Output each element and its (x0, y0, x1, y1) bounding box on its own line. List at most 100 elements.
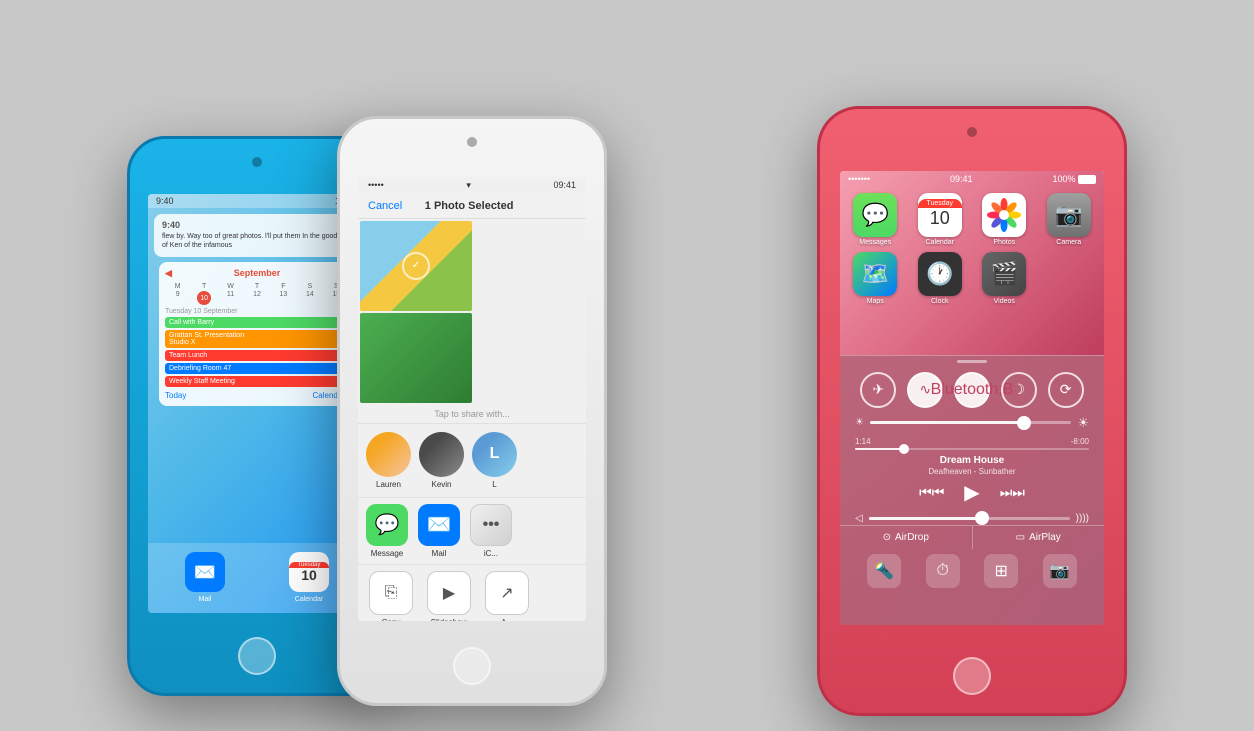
dock-calendar[interactable]: Tuesday 10 Calendar (289, 552, 329, 603)
contact-l[interactable]: L L (472, 432, 517, 489)
status-bar-right: ••••••• 09:41 100% (840, 171, 1104, 187)
airplane-icon: ✈ (873, 381, 885, 398)
play-button[interactable]: ▶ (964, 480, 979, 505)
rewind-button[interactable]: ⏮⏮ (919, 484, 944, 501)
more-action-label: A... (501, 618, 513, 621)
dock-mail[interactable]: ✉️ Mail (185, 552, 225, 603)
cc-camera[interactable]: 📷 (1043, 554, 1077, 588)
home-btn-right[interactable] (953, 657, 991, 695)
phone-pink: ••••••• 09:41 100% 💬 Messages (817, 106, 1127, 716)
cc-calculator[interactable]: ⊞ (984, 554, 1018, 588)
airplay-label: AirPlay (1029, 532, 1061, 543)
bluetooth-toggle[interactable]: Bluetooth;B (954, 372, 990, 408)
actions-row: ⎘ Copy ▶ Slideshow ↗ A... (358, 565, 586, 621)
slideshow-label: Slideshow (431, 618, 467, 621)
screen-right: ••••••• 09:41 100% 💬 Messages (840, 171, 1104, 625)
control-center[interactable]: ✈ ∿ Bluetooth;B ☽ ⟳ (840, 355, 1104, 625)
brightness-slider[interactable] (870, 421, 1071, 424)
calendar-day-right: 10 (930, 208, 950, 230)
cc-handle-bar (957, 360, 987, 363)
airplane-mode-toggle[interactable]: ✈ (860, 372, 896, 408)
more-action-icon: ↗ (485, 571, 529, 615)
calendar-icon-right: Tuesday 10 (918, 193, 962, 237)
cc-timer[interactable]: ⏱ (926, 554, 960, 588)
cancel-btn[interactable]: Cancel (368, 200, 402, 212)
camera-dot-middle (467, 137, 477, 147)
status-bar-left: 9:40 100% (148, 194, 366, 208)
avatar-l: L (472, 432, 517, 477)
nav-middle: Cancel 1 Photo Selected (358, 194, 586, 219)
share-more-label: iC... (484, 549, 498, 558)
camera-icon: 📷 (1047, 193, 1091, 237)
nav-title: 1 Photo Selected (425, 200, 514, 212)
music-controls: ⏮⏮ ▶ ⏭⏭ (855, 476, 1089, 509)
contacts-row: Lauren Kevin L L (358, 424, 586, 498)
share-prompt: Tap to share with... (358, 405, 586, 424)
brightness-low-icon: ☀ (855, 417, 864, 428)
contact-lauren[interactable]: Lauren (366, 432, 411, 489)
messages-share-icon: 💬 (366, 504, 408, 546)
avatar-lauren (366, 432, 411, 477)
time-right: 09:41 (950, 174, 973, 184)
brightness-thumb (1017, 416, 1031, 430)
airdrop-button[interactable]: ⊙ AirDrop (840, 526, 973, 549)
notification-area: 9:40 flew by. Way too of great photos. l… (148, 208, 366, 418)
airplay-button[interactable]: ▭ AirPlay (973, 526, 1105, 549)
moon-icon: ☽ (1013, 381, 1026, 398)
volume-slider[interactable] (869, 517, 1070, 520)
cal-event-bar-2: Grattan St. PresentationStudio X (165, 330, 349, 348)
wifi-toggle-icon: ∿ (919, 381, 931, 398)
home-icons-grid: 💬 Messages Tuesday 10 Calendar (840, 187, 1104, 311)
photo-thumb-2[interactable] (360, 313, 472, 403)
action-more[interactable]: ↗ A... (482, 571, 532, 621)
volume-fill (869, 517, 980, 520)
home-btn-left[interactable] (238, 637, 276, 675)
home-app-maps[interactable]: 🗺️ Maps (846, 252, 905, 305)
brightness-fill (870, 421, 1021, 424)
notif-text: flew by. Way too of great photos. l'll p… (162, 232, 352, 252)
home-app-clock[interactable]: 🕐 Clock (911, 252, 970, 305)
videos-icon: 🎬 (982, 252, 1026, 296)
camera-label: Camera (1056, 239, 1081, 246)
time-middle: 09:41 (553, 180, 576, 190)
share-more[interactable]: ••• iC... (470, 504, 512, 558)
home-btn-middle[interactable] (453, 647, 491, 685)
share-mail[interactable]: ✉️ Mail (418, 504, 460, 558)
calendar-widget: ◀ September ▶ MTWTFSS 9 10 1112131415 Tu… (159, 262, 355, 406)
fast-forward-button[interactable]: ⏭⏭ (1000, 484, 1025, 501)
cal-event-bar-3: Team Lunch (165, 350, 349, 361)
rotation-lock-toggle[interactable]: ⟳ (1048, 372, 1084, 408)
music-progress-thumb (899, 444, 909, 454)
volume-thumb (975, 511, 989, 525)
cal-month: September (234, 268, 281, 279)
do-not-disturb-toggle[interactable]: ☽ (1001, 372, 1037, 408)
music-title: Dream House (855, 454, 1089, 467)
status-bar-middle: ••••• ▾ 09:41 (358, 177, 586, 194)
home-photos[interactable]: Photos (975, 193, 1034, 246)
music-progress[interactable] (855, 448, 1089, 450)
cc-flashlight[interactable]: 🔦 (867, 554, 901, 588)
home-app-videos[interactable]: 🎬 Videos (975, 252, 1034, 305)
action-slideshow[interactable]: ▶ Slideshow (424, 571, 474, 621)
calculator-icon: ⊞ (995, 561, 1008, 581)
home-calendar[interactable]: Tuesday 10 Calendar (911, 193, 970, 246)
share-messages-label: Message (371, 549, 403, 558)
clock-icon: 🕐 (918, 252, 962, 296)
copy-icon: ⎘ (369, 571, 413, 615)
maps-icon: 🗺️ (853, 252, 897, 296)
music-time-row: 1:14 -8:00 (855, 437, 1089, 446)
brightness-high-icon: ☀ (1077, 415, 1089, 431)
wifi-icon-middle: ▾ (466, 180, 471, 191)
photo-thumb-1[interactable]: ✓ (360, 221, 472, 311)
share-messages[interactable]: 💬 Message (366, 504, 408, 558)
clock-label: Clock (931, 298, 949, 305)
flashlight-icon: 🔦 (874, 561, 894, 581)
home-messages[interactable]: 💬 Messages (846, 193, 905, 246)
airdrop-airplay-row: ⊙ AirDrop ▭ AirPlay (840, 525, 1104, 549)
contact-name-l: L (492, 480, 496, 489)
screen-middle: ••••• ▾ 09:41 Cancel 1 Photo Selected ✓ (358, 177, 586, 621)
contact-kevin[interactable]: Kevin (419, 432, 464, 489)
action-copy[interactable]: ⎘ Copy (366, 571, 416, 621)
home-camera[interactable]: 📷 Camera (1040, 193, 1099, 246)
cal-event-bar: Call with Barry (165, 317, 349, 328)
